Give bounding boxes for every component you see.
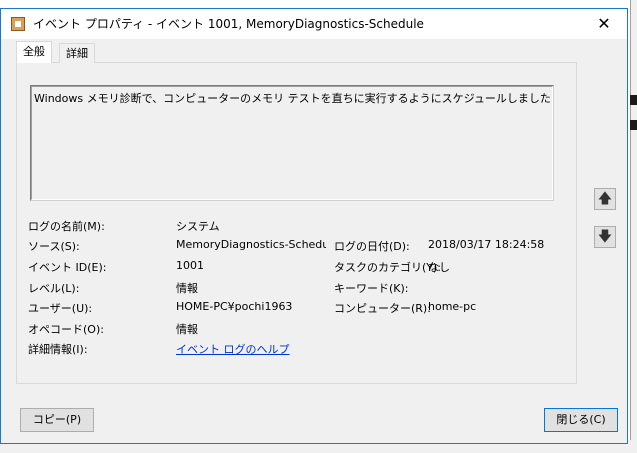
opcode-label: オペコード(O): <box>28 323 104 336</box>
previous-event-button[interactable]: 🡅 <box>594 188 616 210</box>
user-value[interactable]: HOME-PC¥pochi1963 <box>176 300 292 313</box>
event-id-value[interactable]: 1001 <box>176 259 204 272</box>
logged-value[interactable]: 2018/03/17 18:24:58 <box>428 238 544 251</box>
title-bar[interactable]: イベント プロパティ - イベント 1001, MemoryDiagnostic… <box>1 9 627 39</box>
background-toolbar-mark <box>630 120 637 130</box>
next-event-button[interactable]: 🡇 <box>594 226 616 248</box>
task-category-value[interactable]: なし <box>428 259 450 275</box>
event-id-label: イベント ID(E): <box>28 261 107 274</box>
arrow-up-icon: 🡅 <box>597 191 613 207</box>
logged-label: ログの日付(D): <box>334 240 410 253</box>
close-button[interactable]: 閉じる(C) <box>544 408 618 432</box>
event-description-box[interactable]: Windows メモリ診断で、コンピューターのメモリ テストを直ちに実行するよう… <box>30 85 554 201</box>
computer-label: コンピューター(R): <box>334 302 431 315</box>
background-scrollbar <box>630 0 637 453</box>
source-value[interactable]: MemoryDiagnostics-Schedule <box>176 238 326 251</box>
keywords-label: キーワード(K): <box>334 282 409 295</box>
copy-button[interactable]: コピー(P) <box>20 408 94 432</box>
more-info-label: 詳細情報(I): <box>28 343 88 356</box>
background-toolbar-mark <box>630 95 637 105</box>
tab-details[interactable]: 詳細 <box>59 43 95 63</box>
window-title: イベント プロパティ - イベント 1001, MemoryDiagnostic… <box>33 17 424 31</box>
opcode-value[interactable]: 情報 <box>176 321 198 337</box>
event-log-help-link[interactable]: イベント ログのヘルプ <box>176 341 290 357</box>
source-label: ソース(S): <box>28 240 80 253</box>
log-name-label: ログの名前(M): <box>28 220 105 233</box>
arrow-down-icon: 🡇 <box>597 229 613 245</box>
tab-general[interactable]: 全般 <box>16 41 52 63</box>
event-viewer-icon <box>11 17 25 31</box>
computer-value[interactable]: home-pc <box>428 300 476 313</box>
task-category-label: タスクのカテゴリ(Y): <box>334 261 442 274</box>
event-description-text: Windows メモリ診断で、コンピューターのメモリ テストを直ちに実行するよう… <box>34 92 551 105</box>
level-value[interactable]: 情報 <box>176 280 198 296</box>
log-name-value[interactable]: システム <box>176 218 220 234</box>
close-window-button[interactable]: ✕ <box>581 9 627 39</box>
level-label: レベル(L): <box>28 282 80 295</box>
user-label: ユーザー(U): <box>28 302 93 315</box>
